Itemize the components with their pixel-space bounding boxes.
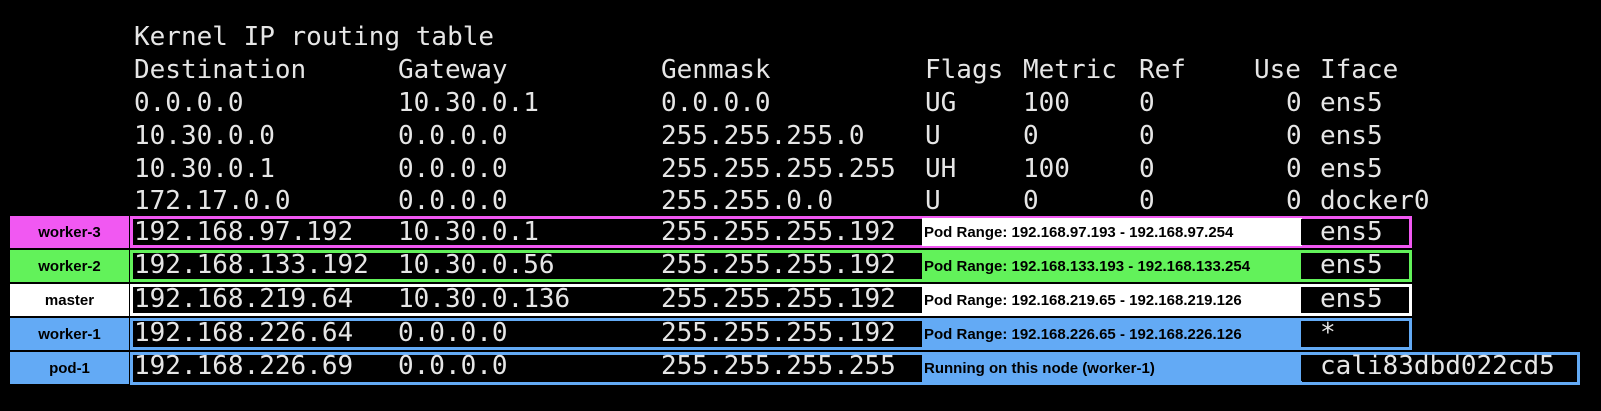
pod-range-note: Pod Range: 192.168.226.65 - 192.168.226.… <box>922 320 1302 348</box>
table-row-destination: 0.0.0.0 <box>134 88 244 118</box>
table-row-genmask: 0.0.0.0 <box>661 88 771 118</box>
header-ref: Ref <box>1139 55 1186 85</box>
table-row-iface: ens5 <box>1320 88 1383 118</box>
table-row-ref: 0 <box>1139 186 1155 216</box>
route-gateway: 10.30.0.136 <box>398 284 571 314</box>
table-row-genmask: 255.255.0.0 <box>661 186 834 216</box>
route-gateway: 10.30.0.1 <box>398 217 539 247</box>
table-row-metric: 100 <box>1023 88 1070 118</box>
route-destination: 192.168.97.192 <box>134 217 354 247</box>
iface-separator <box>1301 321 1309 347</box>
node-label-worker-2: worker-2 <box>10 250 129 282</box>
route-genmask: 255.255.255.192 <box>661 284 896 314</box>
route-destination: 192.168.226.69 <box>134 351 354 381</box>
table-row-iface: docker0 <box>1320 186 1430 216</box>
table-row-flags: UG <box>925 88 957 118</box>
table-row-destination: 10.30.0.0 <box>134 121 275 151</box>
pod-range-note: Pod Range: 192.168.133.193 - 192.168.133… <box>922 252 1302 280</box>
table-row-iface: ens5 <box>1320 154 1383 184</box>
route-gateway: 10.30.0.56 <box>398 250 555 280</box>
pod-range-note: Pod Range: 192.168.97.193 - 192.168.97.2… <box>922 218 1302 246</box>
route-gateway: 0.0.0.0 <box>398 318 508 348</box>
header-genmask: Genmask <box>661 55 771 85</box>
node-label-pod-1: pod-1 <box>10 352 129 384</box>
node-label-worker-1: worker-1 <box>10 318 129 350</box>
table-row-use: 0 <box>1286 88 1302 118</box>
node-label-worker-3: worker-3 <box>10 216 129 248</box>
route-destination: 192.168.133.192 <box>134 250 369 280</box>
table-row-genmask: 255.255.255.0 <box>661 121 865 151</box>
route-destination: 192.168.219.64 <box>134 284 354 314</box>
route-genmask: 255.255.255.192 <box>661 217 896 247</box>
route-iface: cali83dbd022cd5 <box>1320 351 1555 381</box>
pod-note: Running on this node (worker-1) <box>922 354 1302 382</box>
table-title: Kernel IP routing table <box>134 22 495 52</box>
table-row-ref: 0 <box>1139 154 1155 184</box>
route-iface: ens5 <box>1320 217 1383 247</box>
table-row-metric: 100 <box>1023 154 1070 184</box>
iface-separator <box>1301 355 1309 381</box>
table-row-use: 0 <box>1286 121 1302 151</box>
table-row-iface: ens5 <box>1320 121 1383 151</box>
table-row-metric: 0 <box>1023 186 1039 216</box>
table-row-ref: 0 <box>1139 121 1155 151</box>
table-row-use: 0 <box>1286 154 1302 184</box>
table-row-gateway: 0.0.0.0 <box>398 154 508 184</box>
route-gateway: 0.0.0.0 <box>398 351 508 381</box>
node-label-master: master <box>10 284 129 316</box>
route-iface: * <box>1320 318 1336 348</box>
table-row-gateway: 0.0.0.0 <box>398 121 508 151</box>
header-metric: Metric <box>1023 55 1117 85</box>
route-genmask: 255.255.255.192 <box>661 250 896 280</box>
header-iface: Iface <box>1320 55 1399 85</box>
table-row-destination: 172.17.0.0 <box>134 186 291 216</box>
table-row-gateway: 10.30.0.1 <box>398 88 539 118</box>
header-use: Use <box>1254 55 1301 85</box>
table-row-metric: 0 <box>1023 121 1039 151</box>
pod-range-note: Pod Range: 192.168.219.65 - 192.168.219.… <box>922 286 1302 314</box>
table-row-flags: U <box>925 186 941 216</box>
table-row-genmask: 255.255.255.255 <box>661 154 896 184</box>
iface-separator <box>1301 287 1309 313</box>
table-row-ref: 0 <box>1139 88 1155 118</box>
route-genmask: 255.255.255.255 <box>661 351 896 381</box>
table-row-use: 0 <box>1286 186 1302 216</box>
header-gateway: Gateway <box>398 55 508 85</box>
header-destination: Destination <box>134 55 307 85</box>
table-row-flags: UH <box>925 154 957 184</box>
iface-separator <box>1301 253 1309 279</box>
iface-separator <box>1301 219 1309 245</box>
table-row-gateway: 0.0.0.0 <box>398 186 508 216</box>
route-iface: ens5 <box>1320 284 1383 314</box>
table-row-flags: U <box>925 121 941 151</box>
header-flags: Flags <box>925 55 1004 85</box>
route-genmask: 255.255.255.192 <box>661 318 896 348</box>
table-row-destination: 10.30.0.1 <box>134 154 275 184</box>
route-destination: 192.168.226.64 <box>134 318 354 348</box>
route-iface: ens5 <box>1320 250 1383 280</box>
